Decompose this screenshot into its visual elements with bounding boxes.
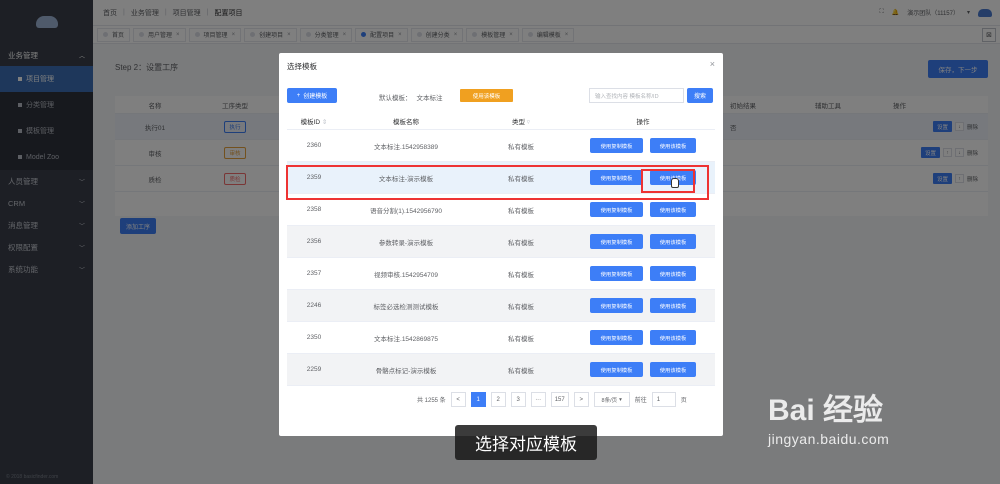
use-copy-template-button[interactable]: 使用复制模板 [590, 330, 643, 345]
use-template-button[interactable]: 使用该模板 [650, 234, 696, 249]
table-row[interactable]: 2246 标签必选检测测试模板 私有模板 使用复制模板 使用该模板 [287, 290, 715, 322]
table-row[interactable]: 2356 参数转录-演示模板 私有模板 使用复制模板 使用该模板 [287, 226, 715, 258]
template-name: 参数转录-演示模板 [378, 239, 434, 247]
row-actions: 使用复制模板使用该模板 [571, 138, 715, 153]
template-id: 2350 [306, 334, 322, 341]
use-copy-template-button[interactable]: 使用复制模板 [590, 138, 643, 153]
default-template-label: 默认模板： [379, 95, 412, 102]
column-header: 操作 [636, 119, 650, 126]
table-row[interactable]: 2350 文本标注.1542869875 私有模板 使用复制模板 使用该模板 [287, 322, 715, 354]
use-copy-template-button[interactable]: 使用复制模板 [590, 202, 643, 217]
row-actions: 使用复制模板使用该模板 [571, 330, 715, 345]
column-header: 类型 [511, 119, 525, 126]
filter-icon: ▿ [526, 119, 531, 126]
use-template-button[interactable]: 使用该模板 [650, 330, 696, 345]
table-row[interactable]: 2360 文本标注.1542958389 私有模板 使用复制模板 使用该模板 [287, 130, 715, 162]
column-header: 模板名称 [393, 119, 419, 126]
template-type: 私有模板 [508, 207, 534, 215]
chevron-down-icon: ▾ [619, 396, 622, 403]
table-row[interactable]: 2357 视频审核.1542954709 私有模板 使用复制模板 使用该模板 [287, 258, 715, 290]
table-row[interactable]: 2259 骨骼点标记-演示模板 私有模板 使用复制模板 使用该模板 [287, 354, 715, 386]
page-size-select[interactable]: 8条/页 ▾ [593, 392, 630, 407]
search-button[interactable]: 搜索 [687, 88, 713, 103]
template-type: 私有模板 [508, 335, 534, 343]
pagination: 共 1255 条 < 1 2 3 ··· 157 > 8条/页 ▾ 前往 1 页 [417, 392, 687, 407]
next-page-button[interactable]: > [573, 392, 589, 407]
template-id: 2246 [306, 302, 322, 309]
template-type: 私有模板 [508, 143, 534, 151]
goto-page-input[interactable]: 1 [651, 392, 676, 407]
page-unit: 页 [680, 398, 687, 404]
template-id: 2259 [306, 366, 322, 373]
column-type-filter[interactable]: 类型 ▿ [471, 116, 571, 126]
template-id: 2356 [306, 238, 322, 245]
page-button[interactable]: 1 [470, 392, 486, 407]
video-caption: 选择对应模板 [455, 425, 597, 460]
template-type: 私有模板 [508, 271, 534, 279]
row-actions: 使用复制模板使用该模板 [571, 362, 715, 377]
default-template-value: 文本标注 [416, 95, 443, 102]
default-template: 默认模板： 文本标注 [379, 92, 443, 102]
baidu-jingyan-watermark: Bai 经验 jingyan.baidu.com [768, 385, 889, 447]
page-size-value: 8条/页 [601, 397, 618, 404]
highlight-button-annotation [641, 169, 695, 193]
page-button[interactable]: 157 [550, 392, 569, 407]
hand-cursor-icon [671, 178, 679, 188]
use-template-button[interactable]: 使用该模板 [650, 266, 696, 281]
template-name: 语音分割(1).1542956790 [370, 207, 442, 215]
row-actions: 使用复制模板使用该模板 [571, 266, 715, 281]
template-id: 2358 [306, 206, 322, 213]
page-ellipsis[interactable]: ··· [530, 392, 546, 407]
page-button[interactable]: 2 [490, 392, 506, 407]
template-search-input[interactable]: 输入查找内容 模板名称/ID [589, 88, 684, 103]
prev-page-button[interactable]: < [450, 392, 466, 407]
watermark-brand: Bai 经验 [768, 394, 884, 427]
templates-table: 模板ID ⇕ 模板名称 类型 ▿ 操作 2360 文本标注.1542958389 私… [287, 113, 715, 386]
watermark-url: jingyan.baidu.com [768, 431, 890, 447]
template-name: 标签必选检测测试模板 [373, 303, 439, 311]
close-icon[interactable]: × [710, 59, 715, 69]
use-template-button[interactable]: 使用该模板 [650, 298, 696, 313]
select-template-dialog: 选择模板 × + 创建模板 默认模板： 文本标注 使用该模板 输入查找内容 模板名称… [279, 53, 723, 436]
plus-icon: + [296, 92, 301, 99]
template-type: 私有模板 [508, 303, 534, 311]
template-type: 私有模板 [508, 367, 534, 375]
page-button[interactable]: 3 [510, 392, 526, 407]
template-name: 文本标注.1542958389 [374, 143, 438, 151]
template-name: 视频审核.1542954709 [374, 271, 438, 279]
templates-table-header: 模板ID ⇕ 模板名称 类型 ▿ 操作 [287, 113, 715, 130]
column-id-sortable[interactable]: 模板ID ⇕ [287, 116, 341, 126]
dialog-title: 选择模板 [287, 62, 317, 71]
use-default-template-button[interactable]: 使用该模板 [460, 89, 513, 102]
row-actions: 使用复制模板使用该模板 [571, 202, 715, 217]
row-actions: 使用复制模板使用该模板 [571, 234, 715, 249]
sort-icon: ⇕ [321, 119, 328, 126]
template-name: 文本标注.1542869875 [374, 335, 438, 343]
use-copy-template-button[interactable]: 使用复制模板 [590, 362, 643, 377]
total-count: 共 1255 条 [417, 398, 446, 404]
use-template-button[interactable]: 使用该模板 [650, 202, 696, 217]
goto-label: 前往 [634, 398, 647, 404]
use-copy-template-button[interactable]: 使用复制模板 [590, 234, 643, 249]
use-copy-template-button[interactable]: 使用复制模板 [590, 298, 643, 313]
template-name: 骨骼点标记-演示模板 [375, 367, 437, 375]
use-copy-template-button[interactable]: 使用复制模板 [590, 266, 643, 281]
template-id: 2360 [306, 142, 322, 149]
column-header: 模板ID [300, 119, 321, 126]
create-template-label: 创建模板 [303, 94, 328, 100]
template-type: 私有模板 [508, 239, 534, 247]
template-id: 2357 [306, 270, 322, 277]
use-template-button[interactable]: 使用该模板 [650, 362, 696, 377]
create-template-button[interactable]: + 创建模板 [287, 88, 337, 103]
use-template-button[interactable]: 使用该模板 [650, 138, 696, 153]
row-actions: 使用复制模板使用该模板 [571, 298, 715, 313]
